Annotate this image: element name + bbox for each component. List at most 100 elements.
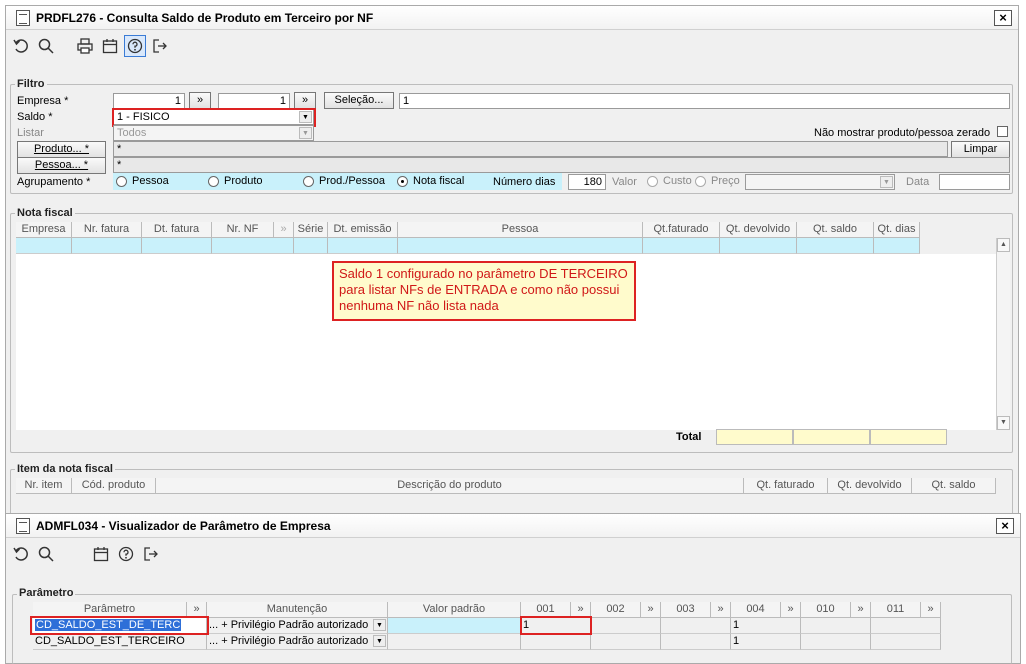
chevron-down-icon[interactable]: ▼ <box>880 176 893 188</box>
param-002[interactable] <box>591 634 661 650</box>
cell[interactable] <box>328 238 398 254</box>
search-icon[interactable] <box>35 35 57 57</box>
chevron-down-icon[interactable]: ▼ <box>299 127 312 139</box>
radio-nota-fiscal[interactable]: Nota fiscal <box>397 175 464 187</box>
param-010[interactable] <box>801 634 871 650</box>
selecao-button[interactable]: Seleção... <box>324 92 394 109</box>
limpar-button[interactable]: Limpar <box>951 141 1010 158</box>
col-cod-produto[interactable]: Cód. produto <box>72 478 156 494</box>
nota-fiscal-scrollbar[interactable]: ▲ ▼ <box>996 238 1010 430</box>
scroll-down-icon[interactable]: ▼ <box>997 416 1010 430</box>
col-qt-saldo[interactable]: Qt. saldo <box>797 222 874 238</box>
param-003[interactable] <box>661 634 731 650</box>
param-004[interactable]: 1 <box>731 618 801 634</box>
col-dt-emissao[interactable]: Dt. emissão <box>328 222 398 238</box>
col-empresa[interactable]: Empresa <box>16 222 72 238</box>
param-valor-padrao[interactable] <box>388 634 521 650</box>
empresa-from-input[interactable]: 1 <box>113 93 185 109</box>
cell[interactable] <box>720 238 797 254</box>
calendar-icon[interactable] <box>90 543 112 565</box>
empresa-from-range-button[interactable]: » <box>189 92 211 109</box>
param-001[interactable] <box>521 634 591 650</box>
radio-prod-pessoa[interactable]: Prod./Pessoa <box>303 175 385 187</box>
cell[interactable] <box>643 238 720 254</box>
col-003[interactable]: 003 <box>661 602 711 618</box>
radio-custo[interactable]: Custo <box>647 175 692 187</box>
selecao-input[interactable]: 1 <box>399 93 1010 109</box>
param-002[interactable] <box>591 618 661 634</box>
cell[interactable] <box>874 238 920 254</box>
col-nr-fatura[interactable]: Nr. fatura <box>72 222 142 238</box>
col-manutencao[interactable]: Manutenção <box>207 602 388 618</box>
print-icon[interactable] <box>74 35 96 57</box>
param-004[interactable]: 1 <box>731 634 801 650</box>
undo-icon[interactable] <box>10 35 32 57</box>
close-button[interactable]: × <box>994 10 1012 26</box>
chevron-down-icon[interactable]: ▼ <box>373 619 386 631</box>
col-nr-nf[interactable]: Nr. NF <box>212 222 274 238</box>
col-expand[interactable]: » <box>274 222 294 238</box>
param-row[interactable]: CD_SALDO_EST_TERCEIRO ... + Privilégio P… <box>33 634 941 650</box>
pessoa-input[interactable]: * <box>113 157 1010 173</box>
empresa-to-range-button[interactable]: » <box>294 92 316 109</box>
cell[interactable] <box>212 238 294 254</box>
col-item-qt-devolvido[interactable]: Qt. devolvido <box>828 478 912 494</box>
radio-produto[interactable]: Produto <box>208 175 263 187</box>
cell[interactable] <box>294 238 328 254</box>
param-011[interactable] <box>871 618 941 634</box>
col-serie[interactable]: Série <box>294 222 328 238</box>
exit-icon[interactable] <box>140 543 162 565</box>
col-nr-item[interactable]: Nr. item <box>16 478 72 494</box>
col-011-more[interactable]: » <box>921 602 941 618</box>
param-valor-padrao[interactable] <box>388 618 521 634</box>
radio-pessoa[interactable]: Pessoa <box>116 175 169 187</box>
col-descricao-produto[interactable]: Descrição do produto <box>156 478 744 494</box>
radio-preco[interactable]: Preço <box>695 175 740 187</box>
col-item-qt-saldo[interactable]: Qt. saldo <box>912 478 996 494</box>
undo-icon[interactable] <box>10 543 32 565</box>
help-icon[interactable] <box>124 35 146 57</box>
numero-dias-input[interactable]: 180 <box>568 174 606 190</box>
col-004[interactable]: 004 <box>731 602 781 618</box>
col-002[interactable]: 002 <box>591 602 641 618</box>
listar-select[interactable]: Todos ▼ <box>113 125 314 141</box>
cell[interactable] <box>398 238 643 254</box>
valor-select[interactable]: ▼ <box>745 174 895 190</box>
col-010-more[interactable]: » <box>851 602 871 618</box>
param-manutencao[interactable]: ... + Privilégio Padrão autorizado ▼ <box>207 634 388 650</box>
help-icon[interactable] <box>115 543 137 565</box>
param-003[interactable] <box>661 618 731 634</box>
nao-mostrar-checkbox[interactable] <box>997 126 1008 137</box>
col-004-more[interactable]: » <box>781 602 801 618</box>
col-qt-faturado[interactable]: Qt.faturado <box>643 222 720 238</box>
cell[interactable] <box>797 238 874 254</box>
col-010[interactable]: 010 <box>801 602 851 618</box>
col-qt-devolvido[interactable]: Qt. devolvido <box>720 222 797 238</box>
produto-input[interactable]: * <box>113 141 948 157</box>
col-002-more[interactable]: » <box>641 602 661 618</box>
empresa-to-input[interactable]: 1 <box>218 93 290 109</box>
col-pessoa[interactable]: Pessoa <box>398 222 643 238</box>
col-qt-dias[interactable]: Qt. dias <box>874 222 920 238</box>
cell[interactable] <box>16 238 72 254</box>
produto-button[interactable]: Produto... * <box>17 141 106 158</box>
param-010[interactable] <box>801 618 871 634</box>
close-button[interactable]: × <box>996 518 1014 534</box>
cell[interactable] <box>72 238 142 254</box>
pessoa-button[interactable]: Pessoa... * <box>17 157 106 174</box>
nota-fiscal-row[interactable] <box>16 238 920 254</box>
scroll-up-icon[interactable]: ▲ <box>997 238 1010 252</box>
col-valor-padrao[interactable]: Valor padrão <box>388 602 521 618</box>
col-003-more[interactable]: » <box>711 602 731 618</box>
search-icon[interactable] <box>35 543 57 565</box>
chevron-down-icon[interactable]: ▼ <box>373 635 386 647</box>
calendar-icon[interactable] <box>99 35 121 57</box>
col-011[interactable]: 011 <box>871 602 921 618</box>
param-name[interactable]: CD_SALDO_EST_TERCEIRO <box>33 634 207 650</box>
exit-icon[interactable] <box>149 35 171 57</box>
param-011[interactable] <box>871 634 941 650</box>
col-dt-fatura[interactable]: Dt. fatura <box>142 222 212 238</box>
cell[interactable] <box>142 238 212 254</box>
data-input[interactable] <box>939 174 1010 190</box>
param-manutencao[interactable]: ... + Privilégio Padrão autorizado ▼ <box>207 618 388 634</box>
